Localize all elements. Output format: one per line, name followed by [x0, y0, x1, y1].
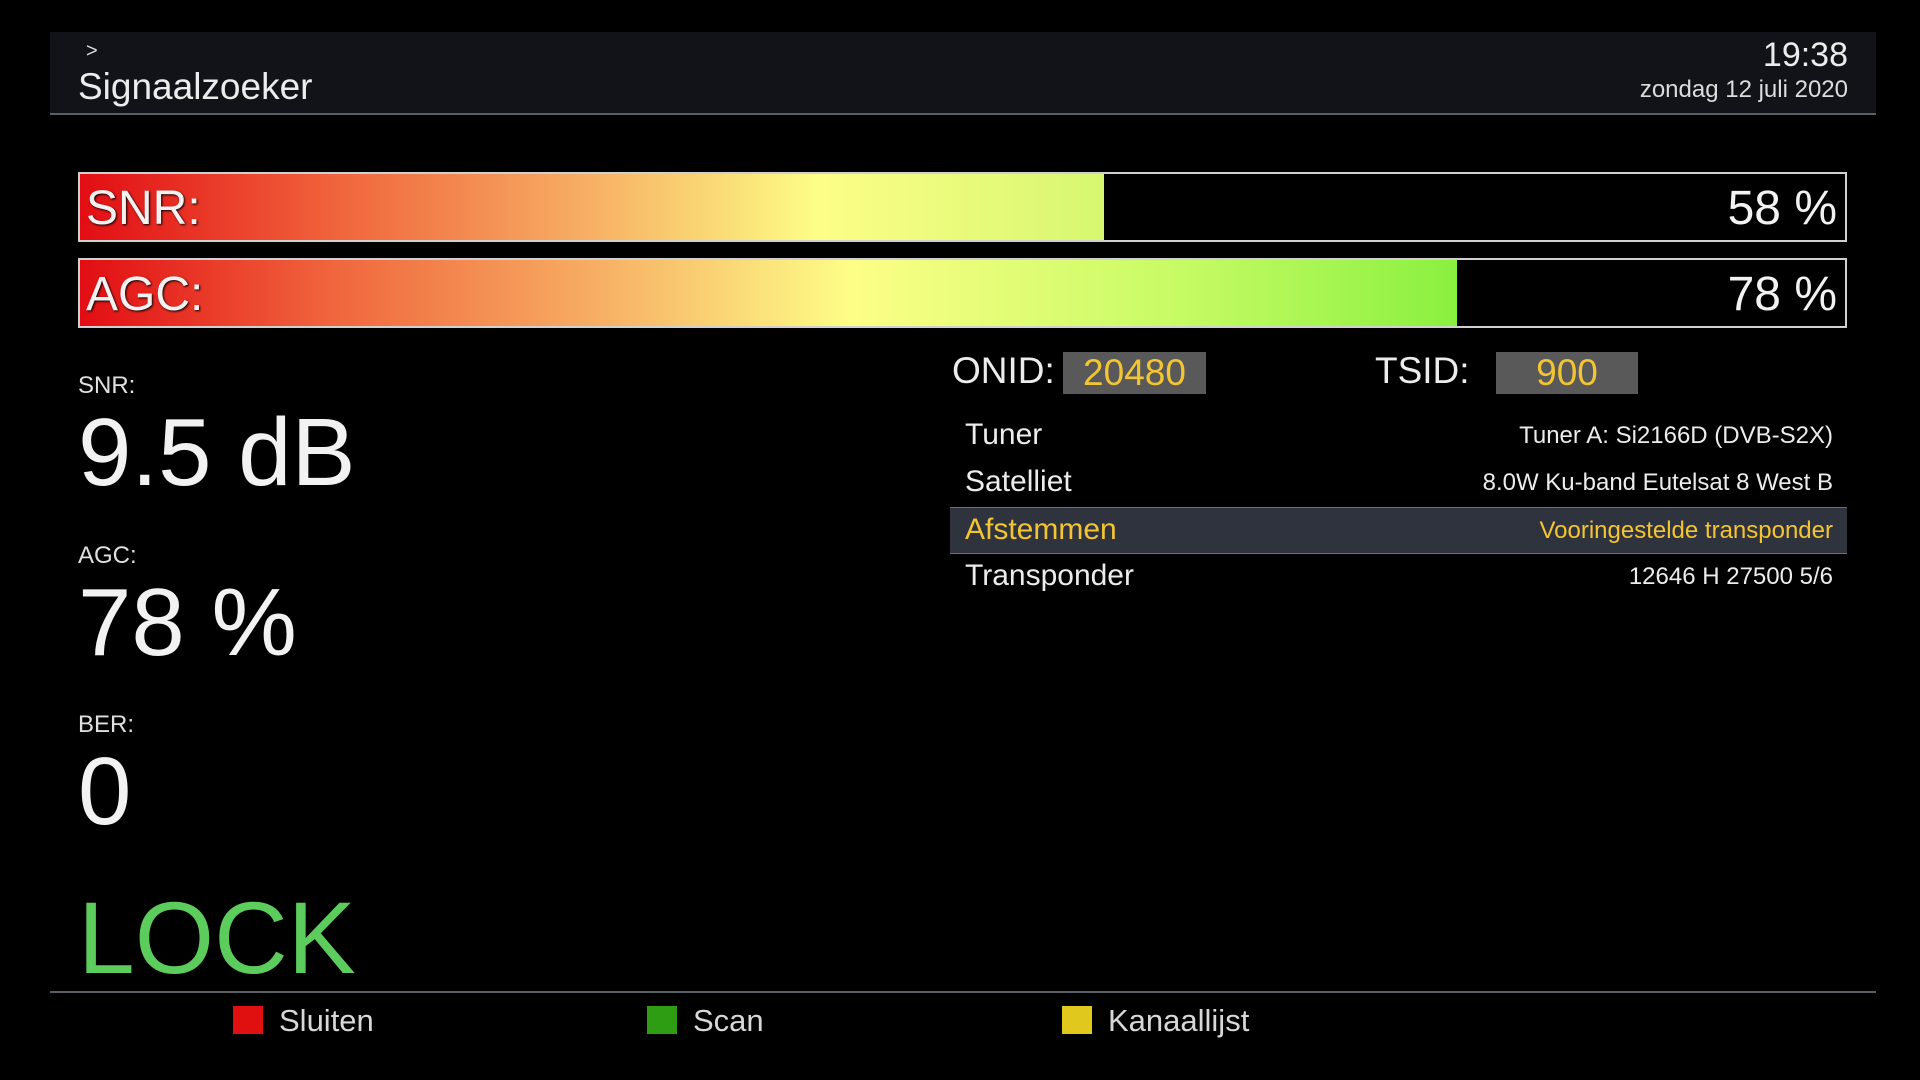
channel-list-button-label: Kanaallijst: [1108, 1003, 1250, 1038]
header-bar: > Signaalzoeker 19:38 zondag 12 juli 202…: [50, 32, 1876, 115]
list-item-value: Vooringestelde transponder: [1539, 517, 1833, 544]
snr-db-label: SNR:: [78, 372, 136, 399]
agc-meter-value: 78 %: [1727, 268, 1837, 321]
agc-meter-label: AGC:: [86, 268, 204, 321]
list-item-transponder[interactable]: Transponder 12646 H 27500 5/6: [950, 554, 1847, 601]
snr-meter-fill: [80, 174, 1104, 240]
agc-meter-bar: AGC: 78 %: [78, 258, 1847, 328]
agc-percent-value: 78 %: [78, 569, 297, 676]
list-item-key: Transponder: [965, 559, 1134, 592]
lock-status: LOCK: [78, 881, 356, 995]
list-item-key: Satelliet: [965, 465, 1072, 498]
tuning-info-list: Tuner Tuner A: Si2166D (DVB-S2X) Satelli…: [950, 413, 1847, 601]
clock-time: 19:38: [1762, 36, 1848, 74]
list-item-key: Tuner: [965, 418, 1043, 451]
ber-label: BER:: [78, 711, 135, 738]
tsid-value: 900: [1496, 352, 1638, 394]
scan-button-label: Scan: [693, 1003, 764, 1038]
onid-label: ONID:: [952, 350, 1055, 391]
green-key-icon: [647, 1006, 677, 1034]
breadcrumb: >: [86, 40, 98, 62]
snr-db-value: 9.5 dB: [78, 399, 356, 506]
clock-date: zondag 12 juli 2020: [1639, 76, 1848, 103]
close-button-label: Sluiten: [279, 1003, 374, 1038]
agc-meter-fill: [80, 260, 1457, 326]
tsid-label: TSID:: [1375, 350, 1470, 391]
agc-percent-label: AGC:: [78, 542, 137, 569]
list-item-value: 12646 H 27500 5/6: [1628, 563, 1833, 590]
snr-meter-value: 58 %: [1727, 182, 1837, 235]
onid-value: 20480: [1063, 352, 1206, 394]
list-item-value: 8.0W Ku-band Eutelsat 8 West B: [1482, 469, 1833, 496]
list-item-tuner[interactable]: Tuner Tuner A: Si2166D (DVB-S2X): [950, 413, 1847, 460]
red-key-icon: [233, 1006, 263, 1034]
page-title: Signaalzoeker: [78, 66, 313, 107]
list-item-key: Afstemmen: [965, 513, 1117, 546]
yellow-key-icon: [1062, 1006, 1092, 1034]
signal-finder-screen: > Signaalzoeker 19:38 zondag 12 juli 202…: [0, 0, 1920, 1080]
list-item-satellite[interactable]: Satelliet 8.0W Ku-band Eutelsat 8 West B: [950, 460, 1847, 507]
snr-meter-label: SNR:: [86, 182, 201, 235]
list-item-value: Tuner A: Si2166D (DVB-S2X): [1519, 422, 1833, 449]
list-item-tuning-selected[interactable]: Afstemmen Vooringestelde transponder: [950, 507, 1847, 554]
ber-value: 0: [78, 738, 132, 845]
snr-meter-bar: SNR: 58 %: [78, 172, 1847, 242]
footer-divider: [50, 991, 1876, 993]
